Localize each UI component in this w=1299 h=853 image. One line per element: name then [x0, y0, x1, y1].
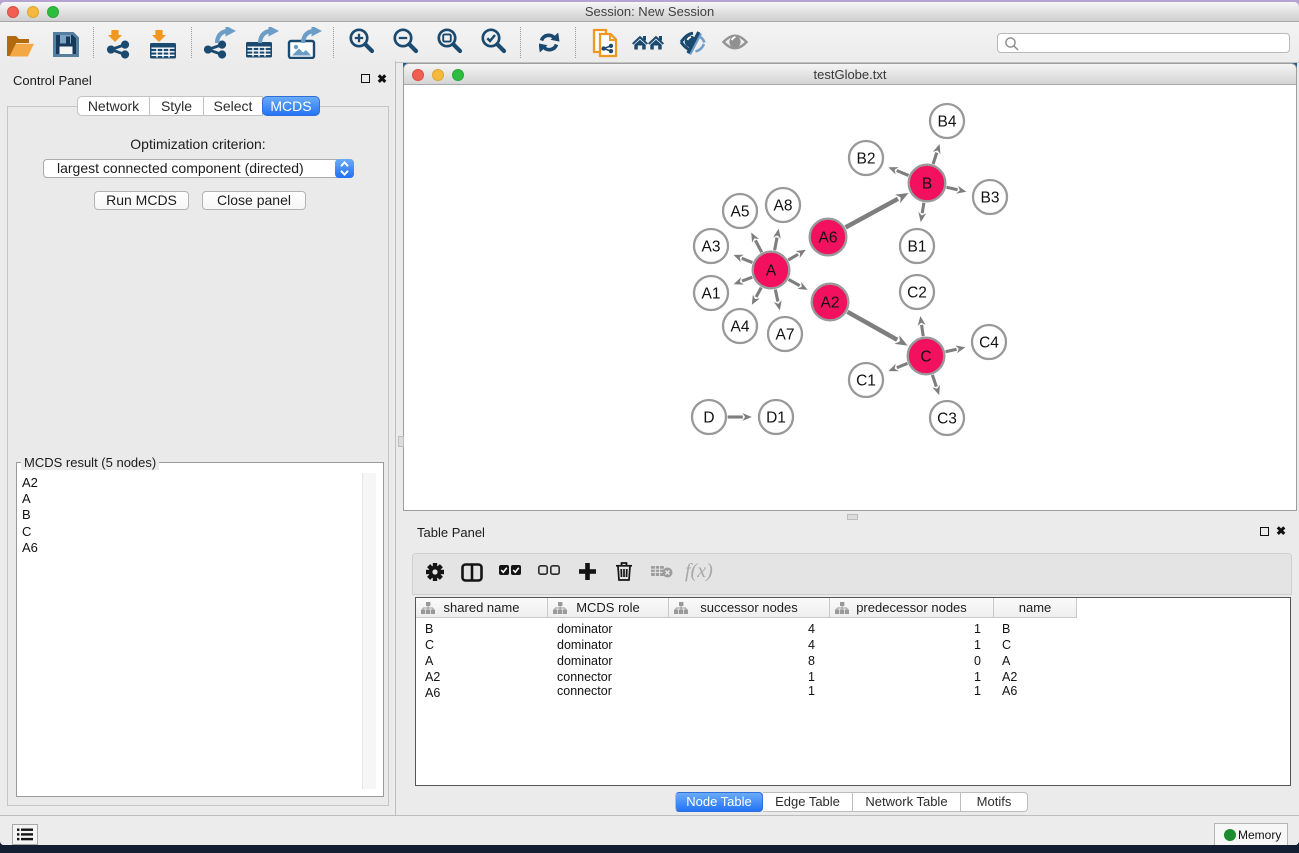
- svg-text:A1: A1: [702, 286, 721, 303]
- svg-text:A7: A7: [776, 327, 795, 344]
- svg-text:D: D: [703, 410, 714, 427]
- svg-text:C: C: [920, 349, 931, 366]
- svg-text:B4: B4: [938, 114, 957, 131]
- svg-text:D1: D1: [766, 410, 786, 427]
- svg-text:A: A: [766, 263, 777, 280]
- svg-text:B3: B3: [981, 190, 1000, 207]
- svg-text:B2: B2: [857, 151, 876, 168]
- svg-text:A4: A4: [731, 319, 750, 336]
- svg-text:C2: C2: [907, 285, 927, 302]
- svg-text:A8: A8: [774, 198, 793, 215]
- svg-text:A3: A3: [702, 239, 721, 256]
- svg-text:C1: C1: [856, 373, 876, 390]
- svg-text:B: B: [922, 176, 932, 193]
- svg-text:C3: C3: [937, 411, 957, 428]
- svg-text:A6: A6: [819, 230, 838, 247]
- svg-text:B1: B1: [908, 239, 927, 256]
- svg-text:A5: A5: [731, 204, 750, 221]
- svg-text:C4: C4: [979, 335, 999, 352]
- svg-text:A2: A2: [821, 295, 840, 312]
